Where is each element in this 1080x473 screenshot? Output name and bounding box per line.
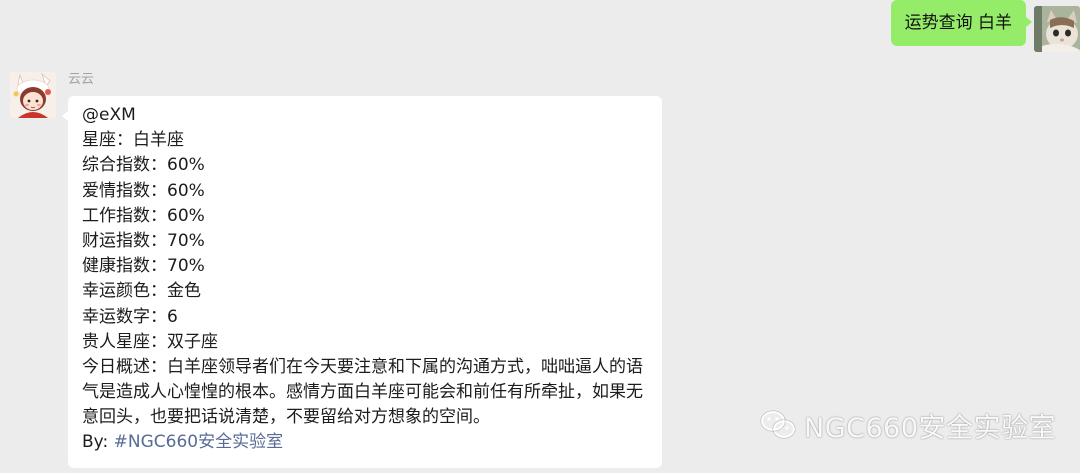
cat-avatar-icon	[1034, 6, 1080, 52]
daily-summary: 今日概述：白羊座领导者们在今天要注意和下属的沟通方式，咄咄逼人的语气是造成人心惶…	[82, 356, 643, 428]
sender-name: 云云	[68, 72, 95, 87]
noble-sign-line: 贵人星座：双子座	[82, 331, 218, 352]
wealth-index-line: 财运指数：70%	[82, 230, 205, 251]
work-index-line: 工作指数：60%	[82, 205, 205, 226]
lucky-number-line: 幸运数字：6	[82, 306, 178, 327]
outgoing-message-bubble[interactable]: 运势查询 白羊	[890, 0, 1033, 46]
overall-index-line: 综合指数：60%	[82, 155, 205, 176]
outgoing-message-text: 运势查询 白羊	[904, 13, 1012, 33]
sender-avatar[interactable]	[10, 72, 56, 118]
self-avatar[interactable]	[1034, 6, 1080, 52]
mention-line: @eXM	[82, 105, 136, 125]
wechat-icon	[760, 410, 796, 439]
love-index-line: 爱情指数：60%	[82, 180, 205, 201]
watermark-text: NGC660安全实验室	[804, 412, 1057, 444]
incoming-message-bubble[interactable]: @eXM 星座：白羊座 综合指数：60% 爱情指数：60% 工作指数：60% 财…	[62, 96, 662, 468]
by-prefix: By:	[82, 432, 114, 453]
health-index-line: 健康指数：70%	[82, 256, 205, 277]
cartoon-girl-avatar-icon	[10, 72, 56, 118]
sign-line: 星座：白羊座	[82, 130, 184, 151]
watermark: NGC660安全实验室	[760, 402, 1056, 448]
lucky-color-line: 幸运颜色：金色	[82, 281, 201, 302]
by-line: By: #NGC660安全实验室	[82, 430, 648, 455]
hashtag-link[interactable]: #NGC660安全实验室	[114, 432, 283, 452]
